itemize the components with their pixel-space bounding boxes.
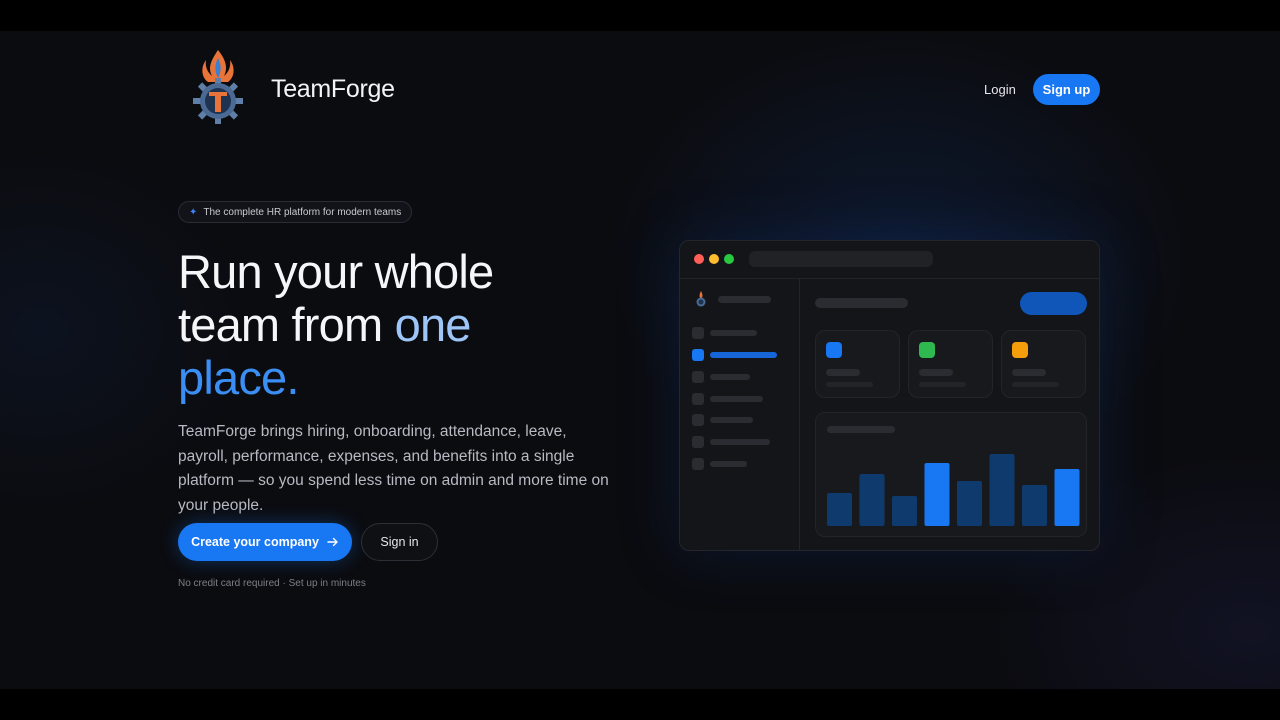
create-company-label: Create your company — [191, 535, 319, 549]
arrow-right-icon — [327, 537, 338, 547]
preview-action-button — [1020, 292, 1087, 315]
chart-bar — [1022, 485, 1047, 526]
preview-stat-card — [1001, 330, 1086, 398]
chart-bar — [957, 481, 982, 526]
preview-bar-chart — [827, 454, 1080, 526]
chart-bar — [859, 474, 885, 526]
hero-headline: Run your whole team from one place. — [178, 245, 648, 404]
window-maximize-dot — [724, 254, 734, 264]
preview-nav-item — [692, 393, 792, 405]
flame-gear-logo-icon[interactable] — [188, 48, 248, 128]
preview-page-title — [815, 298, 908, 308]
preview-nav-item — [692, 371, 792, 383]
signin-button[interactable]: Sign in — [361, 523, 438, 561]
preview-chart-card — [815, 412, 1087, 537]
signup-button[interactable]: Sign up — [1033, 74, 1100, 105]
preview-stat-card — [815, 330, 900, 398]
headline-accent-place: place. — [178, 351, 299, 404]
chart-bar — [924, 463, 950, 526]
headline-line2: team from — [178, 298, 395, 351]
letterbox-top — [0, 0, 1280, 31]
preview-nav-item-active — [692, 349, 792, 361]
preview-address-bar — [749, 251, 933, 267]
preview-sidebar-title — [718, 296, 771, 303]
chart-bar — [892, 496, 917, 526]
hero-description: TeamForge brings hiring, onboarding, att… — [178, 423, 609, 514]
hero-badge: ✦ The complete HR platform for modern te… — [178, 201, 413, 223]
letterbox-bottom — [0, 689, 1280, 720]
landing-page: TeamForge Login Sign up ✦ The complete H… — [0, 31, 1280, 689]
chart-bar — [989, 454, 1015, 526]
preview-sidebar — [680, 279, 800, 550]
hero-footnote: No credit card required · Set up in minu… — [178, 578, 366, 589]
window-close-dot — [694, 254, 704, 264]
preview-titlebar — [680, 241, 1099, 279]
window-minimize-dot — [709, 254, 719, 264]
dashboard-preview — [679, 240, 1100, 551]
preview-nav-item — [692, 414, 792, 426]
create-company-button[interactable]: Create your company — [178, 523, 352, 561]
login-link[interactable]: Login — [984, 82, 1016, 97]
headline-accent-one: one — [394, 298, 472, 351]
preview-nav-item — [692, 327, 792, 339]
badge-text: The complete HR platform for modern team… — [203, 206, 402, 218]
preview-stat-card — [908, 330, 993, 398]
chart-bar — [1054, 469, 1080, 526]
chart-bar — [827, 493, 852, 526]
preview-nav-item — [692, 458, 792, 470]
preview-nav-item — [692, 436, 792, 448]
preview-main — [801, 279, 1099, 550]
headline-line1: Run your whole — [178, 245, 494, 298]
sparkle-icon: ✦ — [189, 206, 198, 218]
preview-logo-icon — [696, 291, 706, 307]
brand-name[interactable]: TeamForge — [271, 75, 395, 104]
